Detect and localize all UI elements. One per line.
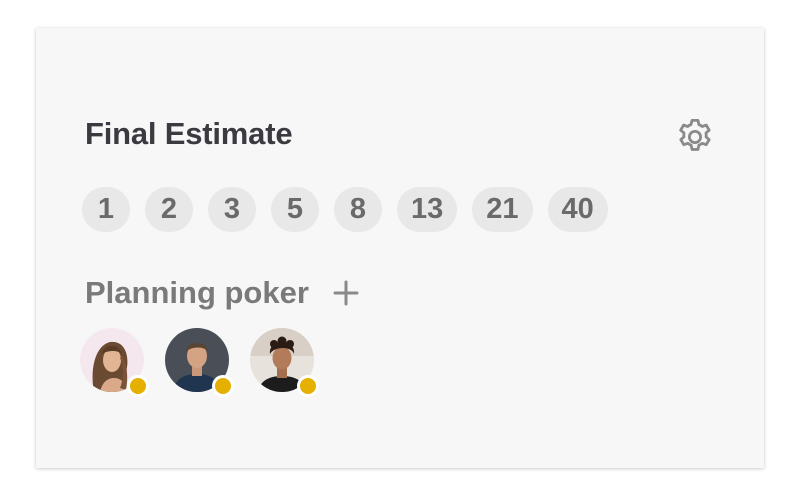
estimate-card: Final Estimate 1 2 3 5 8 13 21 40 Planni…: [36, 28, 764, 468]
estimate-chip[interactable]: 2: [145, 187, 193, 232]
add-participant-button[interactable]: [331, 278, 361, 308]
estimate-options: 1 2 3 5 8 13 21 40: [82, 187, 608, 232]
plus-icon: [333, 280, 359, 306]
participant-avatar[interactable]: [165, 328, 234, 397]
estimate-chip[interactable]: 1: [82, 187, 130, 232]
estimate-chip[interactable]: 21: [472, 187, 533, 232]
estimate-chip[interactable]: 3: [208, 187, 256, 232]
status-dot: [297, 375, 319, 397]
section-label: Planning poker: [85, 275, 309, 310]
card-title: Final Estimate: [85, 116, 293, 151]
status-dot: [212, 375, 234, 397]
status-dot: [127, 375, 149, 397]
participant-list: [80, 328, 319, 397]
settings-button[interactable]: [674, 116, 716, 158]
estimate-chip[interactable]: 13: [397, 187, 458, 232]
planning-poker-header: Planning poker: [85, 275, 361, 311]
gear-icon: [679, 118, 711, 151]
estimate-chip[interactable]: 5: [271, 187, 319, 232]
participant-avatar[interactable]: [250, 328, 319, 397]
participant-avatar[interactable]: [80, 328, 149, 397]
estimate-chip[interactable]: 8: [334, 187, 382, 232]
estimate-chip[interactable]: 40: [547, 187, 608, 232]
